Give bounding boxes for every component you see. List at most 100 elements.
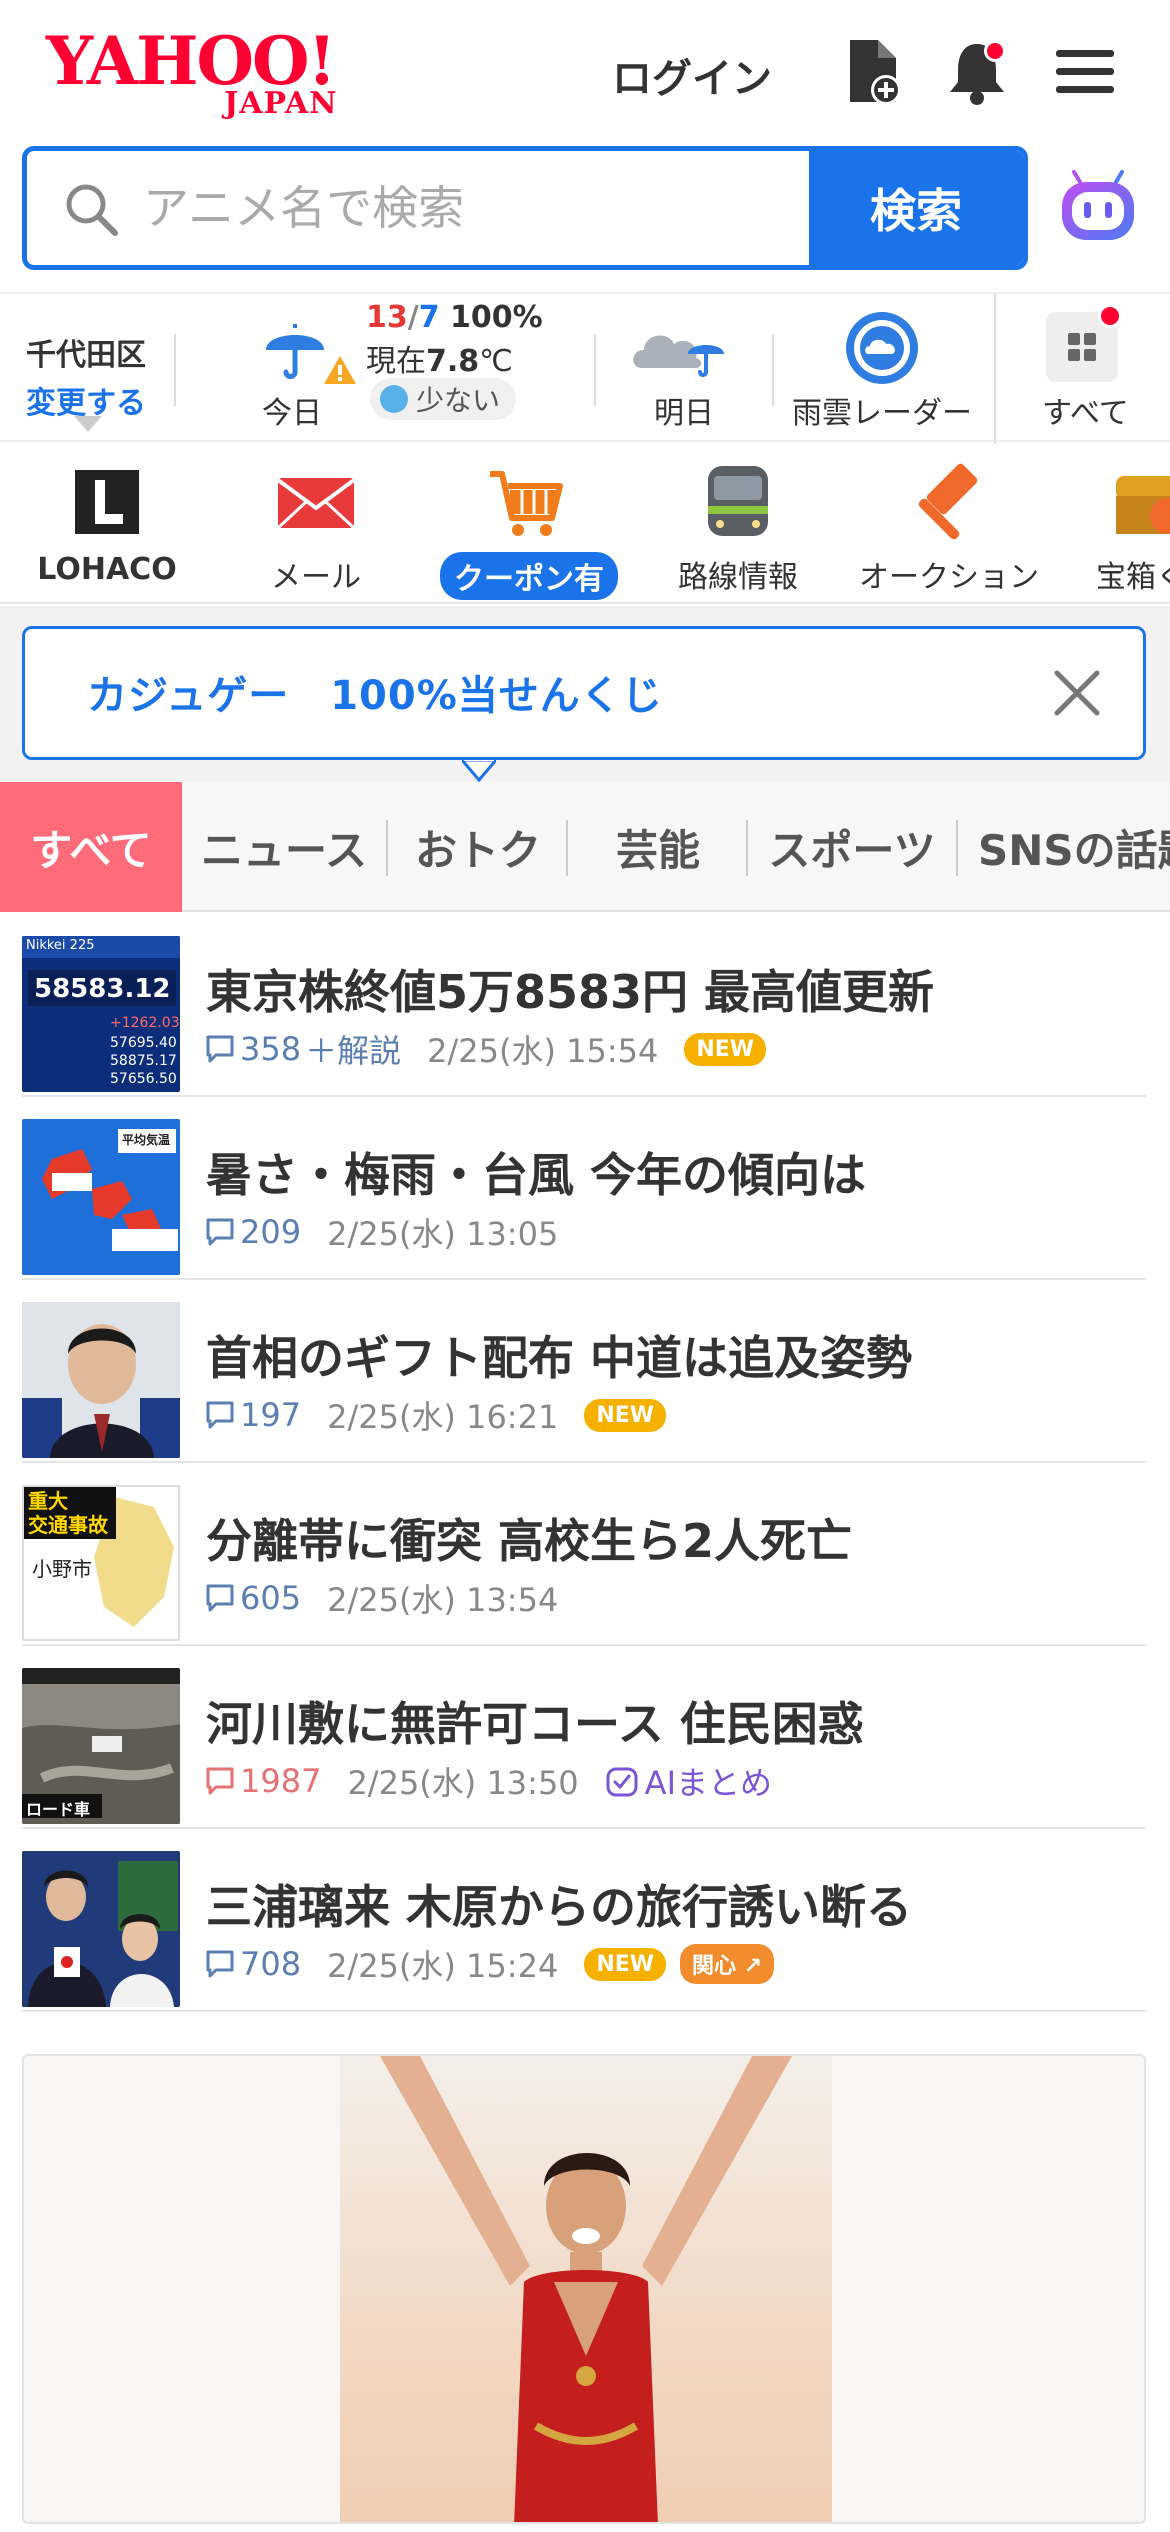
news-headline[interactable]: 東京株終値5万8583円 最高値更新	[206, 956, 934, 1022]
new-badge: NEW	[584, 1398, 667, 1432]
mail-icon	[276, 462, 356, 542]
pollen-badge[interactable]: 少ない	[370, 378, 517, 420]
service-transit[interactable]: 路線情報	[668, 462, 808, 596]
notification-dot	[1098, 304, 1122, 328]
service-shopping[interactable]: クーポン有	[440, 462, 618, 600]
news-headline[interactable]: 河川敷に無許可コース 住民困惑	[206, 1688, 864, 1754]
login-link[interactable]: ログイン	[612, 46, 772, 104]
interest-badge: 関心 ↗	[680, 1944, 775, 1984]
ai-summary-label: AIまとめ	[644, 1764, 773, 1802]
comment-count[interactable]: 358	[240, 1030, 301, 1068]
service-lohaco[interactable]: LOHACO	[32, 462, 182, 587]
ai-assistant-icon[interactable]	[1056, 166, 1140, 250]
radar-icon[interactable]	[842, 308, 922, 388]
news-time: 2/25(水) 15:54	[427, 1032, 659, 1070]
news-item[interactable]: 首相のギフト配布 中道は追及姿勢 197 2/25(水) 16:21 NEW	[0, 1280, 1170, 1463]
news-headline[interactable]: 首相のギフト配布 中道は追及姿勢	[206, 1322, 912, 1388]
ai-summary-icon	[606, 1767, 638, 1797]
news-meta: 1987 2/25(水) 13:50 AIまとめ	[204, 1758, 772, 1804]
weather-widget: 千代田区 変更する 今日 13/7 100% 現在7.8℃ 少ない 明日 雨雲レ…	[0, 292, 1170, 444]
area-name: 千代田区	[26, 338, 146, 373]
yahoo-japan-logo[interactable]: YAHOO! JAPAN	[46, 28, 366, 121]
tab-divider	[956, 820, 958, 876]
service-label: LOHACO	[37, 552, 177, 587]
tab-sns[interactable]: SNSの話題	[978, 782, 1170, 912]
all-services-label[interactable]: すべて	[1042, 388, 1129, 432]
commentary-link[interactable]: ＋解説	[305, 1026, 401, 1072]
news-thumbnail	[22, 1851, 180, 2007]
add-document-icon[interactable]	[838, 36, 908, 106]
thumb-caption: Nikkei 225	[26, 938, 95, 953]
comment-icon	[206, 1035, 234, 1063]
search-input[interactable]	[27, 151, 811, 265]
news-headline[interactable]: 三浦璃来 木原からの旅行誘い断る	[206, 1871, 912, 1937]
news-item[interactable]: 三浦璃来 木原からの旅行誘い断る 708 2/25(水) 15:24 NEW 関…	[0, 1829, 1170, 2012]
tab-news[interactable]: ニュース	[196, 782, 372, 912]
service-label: オークション	[859, 560, 1039, 595]
current-temp-prefix: 現在	[366, 344, 426, 379]
menu-icon[interactable]	[1050, 36, 1120, 106]
divider	[772, 334, 774, 406]
news-item[interactable]: 平均気温 暑さ・梅雨・台風 今年の傾向は 209 2/25(水) 13:05	[0, 1097, 1170, 1280]
news-item[interactable]: Nikkei 225 58583.12 +1262.03 57695.40 588…	[0, 914, 1170, 1097]
comment-count[interactable]: 209	[240, 1213, 301, 1251]
thumb-price: 58583.12	[34, 974, 171, 1004]
current-temp-unit: ℃	[479, 344, 513, 379]
cloud-rain-icon	[633, 335, 724, 377]
tab-entertainment[interactable]: 芸能	[570, 782, 746, 912]
area-selector[interactable]: 千代田区 変更する	[26, 330, 156, 422]
tab-deals[interactable]: おトク	[390, 782, 566, 912]
feature-card[interactable]	[22, 2054, 1146, 2524]
service-label: メール	[271, 560, 361, 595]
comment-count[interactable]: 1987	[240, 1762, 321, 1800]
news-meta: 708 2/25(水) 15:24 NEW 関心 ↗	[204, 1941, 775, 1987]
news-headline[interactable]: 暑さ・梅雨・台風 今年の傾向は	[206, 1139, 866, 1205]
thumb-caption: 小野市	[32, 1557, 92, 1581]
service-treasure[interactable]: 宝箱く	[1096, 462, 1170, 596]
header: YAHOO! JAPAN ログイン	[0, 0, 1170, 148]
temperature-range[interactable]: 13/7 100%	[366, 300, 543, 335]
tab-divider	[566, 820, 568, 876]
news-item[interactable]: ロード車 河川敷に無許可コース 住民困惑 1987 2/25(水) 13:50 …	[0, 1646, 1170, 1829]
trending-up-icon: ↗	[743, 1954, 763, 1979]
news-meta: 358 ＋解説 2/25(水) 15:54 NEW	[204, 1026, 767, 1072]
thumb-caption: 平均気温	[122, 1133, 171, 1147]
shopping-cart-icon	[486, 462, 566, 542]
service-auction[interactable]: オークション	[856, 462, 1042, 596]
news-thumbnail: 平均気温	[22, 1119, 180, 1275]
current-temp-value: 7.8	[426, 344, 480, 379]
comment-icon	[206, 1584, 234, 1612]
comment-count[interactable]: 708	[240, 1945, 301, 1983]
ai-summary-link[interactable]: AIまとめ	[605, 1758, 772, 1804]
service-label: 宝箱く	[1096, 560, 1170, 595]
divider	[22, 2010, 1146, 2012]
treasure-box-icon	[1112, 462, 1170, 542]
news-headline[interactable]: 分離帯に衝突 高校生ら2人死亡	[206, 1505, 852, 1571]
news-thumbnail: 重大 交通事故 小野市	[22, 1485, 180, 1641]
auction-hammer-icon	[909, 462, 989, 542]
comment-count[interactable]: 605	[240, 1579, 301, 1617]
radar-label[interactable]: 雨雲レーダー	[792, 388, 972, 432]
promo-banner[interactable]: カジュゲー 100%当せんくじ	[22, 626, 1146, 760]
news-item[interactable]: 重大 交通事故 小野市 分離帯に衝突 高校生ら2人死亡 605 2/25(水) …	[0, 1463, 1170, 1646]
search-button[interactable]: 検索	[809, 151, 1023, 265]
news-thumbnail	[22, 1302, 180, 1458]
news-thumbnail: Nikkei 225 58583.12 +1262.03 57695.40 588…	[22, 936, 180, 1092]
service-mail[interactable]: メール	[246, 462, 386, 596]
divider	[594, 334, 596, 406]
news-time: 2/25(水) 13:05	[327, 1215, 559, 1253]
comment-count[interactable]: 197	[240, 1396, 301, 1434]
tab-sports[interactable]: スポーツ	[752, 782, 952, 912]
promo-text[interactable]: カジュゲー 100%当せんくじ	[87, 663, 663, 721]
temp-high: 13	[366, 300, 408, 335]
close-icon[interactable]	[1051, 667, 1103, 719]
current-temp: 現在7.8℃	[366, 336, 513, 380]
tomorrow-label: 明日	[654, 396, 714, 431]
temp-low: 7	[418, 300, 440, 335]
bell-icon[interactable]	[942, 36, 1012, 106]
new-badge: NEW	[684, 1032, 767, 1066]
tab-all[interactable]: すべて	[0, 782, 182, 912]
news-meta: 197 2/25(水) 16:21 NEW	[204, 1392, 667, 1438]
divider	[994, 294, 996, 444]
warning-icon[interactable]	[322, 354, 358, 386]
